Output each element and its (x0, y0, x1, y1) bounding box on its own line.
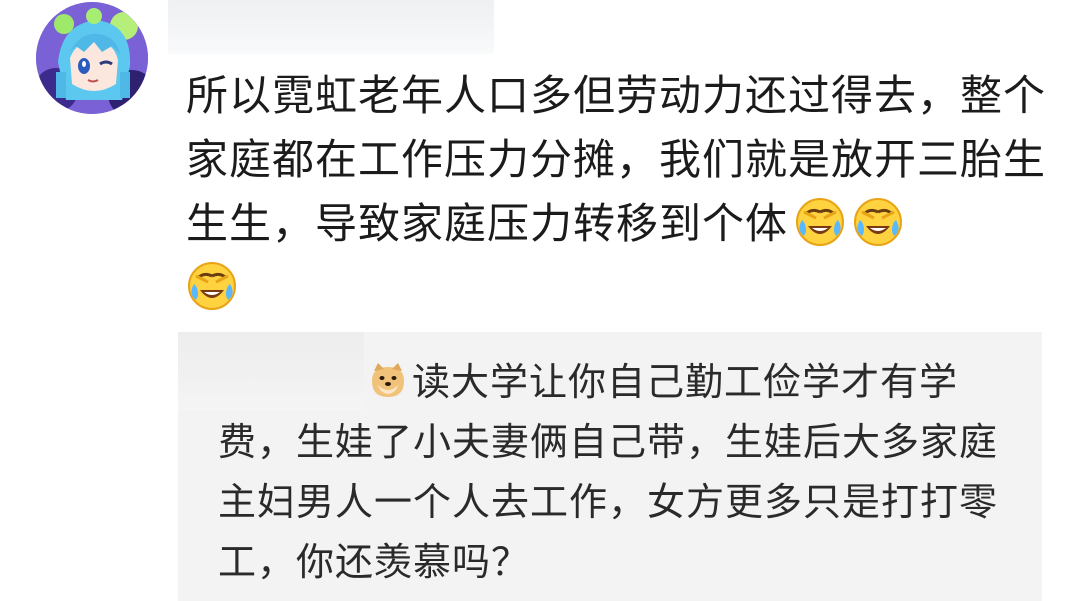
comment-body: 所以霓虹老年人口多但劳动力还过得去，整个家庭都在工作压力分摊，我们就是放开三胎生… (186, 64, 1046, 320)
reply-text-rest: 费，生娃了小夫妻俩自己带，生娃后大多家庭主妇男人一个人去工作，女方更多只是打打零… (218, 420, 999, 584)
laugh-cry-emoji-icon (186, 260, 238, 312)
reply-username-redacted[interactable] (178, 332, 364, 410)
laugh-cry-emoji-icon (852, 196, 904, 248)
anime-avatar-icon (36, 2, 148, 114)
username-redacted[interactable] (168, 0, 494, 54)
reply-text-line1: 读大学让你自己勤工俭学才有学 (412, 360, 959, 404)
reply-first-line: 读大学让你自己勤工俭学才有学 (368, 352, 998, 412)
comment-text: 所以霓虹老年人口多但劳动力还过得去，整个家庭都在工作压力分摊，我们就是放开三胎生… (186, 71, 1047, 248)
avatar[interactable] (36, 2, 148, 114)
laugh-cry-emoji-icon (794, 196, 846, 248)
reply-block[interactable]: 读大学让你自己勤工俭学才有学 费，生娃了小夫妻俩自己带，生娃后大多家庭主妇男人一… (178, 332, 1042, 601)
doge-emoji-icon (368, 361, 408, 401)
